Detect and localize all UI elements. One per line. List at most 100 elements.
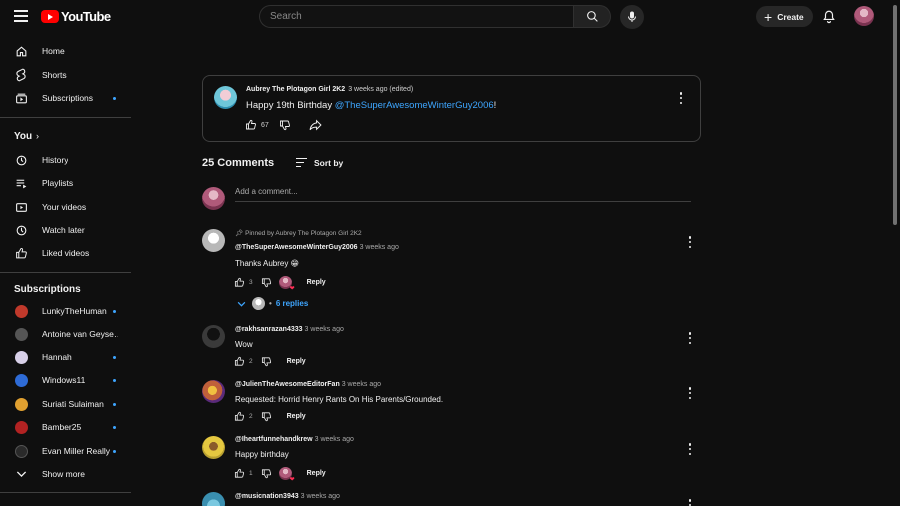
current-user-avatar: [202, 187, 225, 210]
comment-timestamp: 3 weeks ago: [300, 493, 340, 500]
post-author-avatar[interactable]: [214, 86, 237, 109]
search-bar: Search: [259, 5, 611, 28]
commenter-avatar[interactable]: [202, 229, 225, 252]
voice-search-button[interactable]: [620, 5, 644, 29]
comment-author[interactable]: @musicnation3943 3 weeks ago: [235, 493, 340, 500]
top-bar: YouTube Search + Create: [0, 0, 900, 34]
commenter-avatar[interactable]: [202, 492, 225, 506]
create-button[interactable]: + Create: [756, 6, 813, 27]
commenter-avatar[interactable]: [202, 380, 225, 403]
comment-actions: 3 Reply: [234, 276, 326, 292]
comment-actions: 1 Reply: [234, 467, 326, 483]
comment-more-icon[interactable]: [688, 387, 692, 399]
sidebar-item-playlists[interactable]: Playlists: [0, 172, 131, 194]
comment-thread: 📌︎ Pinned by Aubrey The Plotagon Girl 2K…: [202, 229, 701, 314]
comment-more-icon[interactable]: [688, 236, 692, 248]
sidebar-item-liked-videos[interactable]: Liked videos: [0, 242, 131, 264]
post-timestamp: 3 weeks ago (edited): [348, 86, 414, 93]
new-content-dot: [113, 402, 116, 406]
comment-author[interactable]: @JulienTheAwesomeEditorFan 3 weeks ago: [235, 381, 381, 388]
show-more-button[interactable]: Show more: [0, 463, 131, 485]
channel-avatar: [14, 444, 28, 458]
like-count: 1: [249, 470, 253, 477]
comment-more-icon[interactable]: [688, 499, 692, 506]
sidebar: Home Shorts Subscriptions You › History …: [0, 34, 131, 506]
subscription-channel-item[interactable]: Hannah: [0, 346, 131, 368]
scrollbar-thumb[interactable]: [893, 5, 897, 225]
sidebar-item-home[interactable]: Home: [0, 40, 131, 62]
post-author[interactable]: Aubrey The Plotagon Girl 2K2 3 weeks ago …: [246, 86, 413, 93]
thumbs-up-icon: [14, 246, 28, 260]
like-count: 2: [249, 413, 253, 420]
sidebar-you-header[interactable]: You ›: [0, 125, 131, 147]
chevron-right-icon: ›: [36, 131, 39, 141]
youtube-logo[interactable]: YouTube: [41, 9, 111, 24]
sort-by-button[interactable]: Sort by: [296, 157, 343, 168]
reply-button[interactable]: Reply: [307, 279, 326, 286]
more-actions-icon[interactable]: [679, 92, 683, 104]
new-content-dot: [113, 378, 116, 382]
notifications-bell-icon[interactable]: [822, 9, 836, 24]
channel-avatar: [14, 327, 28, 341]
like-icon[interactable]: [245, 119, 257, 131]
reply-button[interactable]: Reply: [307, 470, 326, 477]
sidebar-item-subscriptions[interactable]: Subscriptions: [0, 87, 131, 109]
reply-button[interactable]: Reply: [287, 358, 306, 365]
search-input[interactable]: Search: [259, 5, 573, 28]
chevron-down-icon: [237, 301, 246, 307]
comment-timestamp: 3 weeks ago: [341, 381, 382, 388]
like-icon[interactable]: [234, 411, 245, 422]
commenter-avatar[interactable]: [202, 325, 225, 348]
community-post: Aubrey The Plotagon Girl 2K2 3 weeks ago …: [202, 75, 701, 142]
comment-more-icon[interactable]: [688, 332, 692, 344]
mention-link[interactable]: @TheSuperAwesomeWinterGuy2006: [335, 100, 494, 111]
dislike-icon[interactable]: [261, 277, 272, 288]
account-avatar[interactable]: [854, 6, 874, 26]
subscription-channel-item[interactable]: Bamber25: [0, 416, 131, 438]
dislike-icon[interactable]: [261, 468, 272, 479]
dislike-icon[interactable]: [279, 119, 291, 131]
subscription-channel-item[interactable]: Windows11: [0, 369, 131, 391]
chevron-down-icon: [14, 467, 28, 481]
subscription-channel-item[interactable]: Suriati Sulaiman: [0, 393, 131, 415]
sidebar-item-watch-later[interactable]: Watch later: [0, 219, 131, 241]
add-comment-input[interactable]: Add a comment...: [235, 187, 691, 202]
your-videos-icon: [14, 200, 28, 214]
comment-thread: @Iheartfunnehandkrew 3 weeks ago Happy bi…: [202, 436, 701, 484]
view-replies-button[interactable]: • 6 replies: [237, 297, 308, 310]
commenter-avatar[interactable]: [202, 436, 225, 459]
search-icon: [586, 11, 598, 22]
home-icon: [14, 44, 28, 58]
reply-button[interactable]: Reply: [287, 413, 306, 420]
subscriptions-section-title: Subscriptions: [14, 284, 81, 295]
like-icon[interactable]: [234, 356, 245, 367]
share-icon[interactable]: [309, 119, 322, 131]
comment-thread: @JulienTheAwesomeEditorFan 3 weeks ago Re…: [202, 380, 701, 425]
subscription-channel-item[interactable]: LunkyTheHuman: [0, 300, 131, 322]
comment-actions: 2 Reply: [234, 411, 306, 422]
comment-more-icon[interactable]: [688, 443, 692, 455]
comment-timestamp: 3 weeks ago: [359, 244, 399, 251]
sidebar-item-your-videos[interactable]: Your videos: [0, 196, 131, 218]
search-button[interactable]: [573, 5, 611, 28]
subscription-channel-item[interactable]: Antoine van Geyse…: [0, 323, 131, 345]
playlists-icon: [14, 176, 28, 190]
creator-heart-avatar: [278, 276, 295, 292]
new-content-dot: [113, 449, 116, 453]
comment-author[interactable]: @TheSuperAwesomeWinterGuy2006 3 weeks ago: [235, 244, 399, 251]
sidebar-item-history[interactable]: History: [0, 149, 131, 171]
comment-author[interactable]: @Iheartfunnehandkrew 3 weeks ago: [235, 436, 354, 443]
post-text: Happy 19th Birthday @TheSuperAwesomeWint…: [246, 100, 497, 111]
replier-avatar: [252, 297, 265, 310]
comment-thread: @rakhsanrazan4333 3 weeks ago Wow 2 Reply: [202, 325, 701, 370]
menu-icon[interactable]: [14, 10, 28, 22]
microphone-icon: [628, 11, 636, 22]
dislike-icon[interactable]: [261, 411, 272, 422]
subscription-channel-item[interactable]: Evan Miller Really: [0, 440, 131, 462]
watch-later-icon: [14, 223, 28, 237]
comment-author[interactable]: @rakhsanrazan4333 3 weeks ago: [235, 326, 344, 333]
sidebar-item-shorts[interactable]: Shorts: [0, 64, 131, 86]
dislike-icon[interactable]: [261, 356, 272, 367]
like-icon[interactable]: [234, 277, 245, 288]
like-icon[interactable]: [234, 468, 245, 479]
